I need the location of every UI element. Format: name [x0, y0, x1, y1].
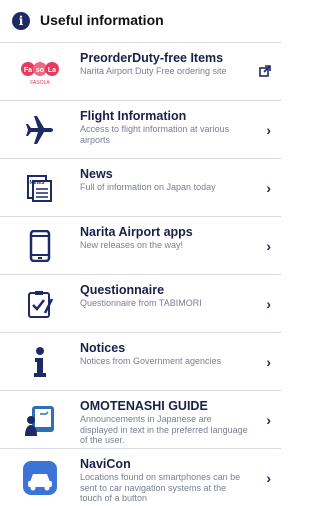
logo-text-so: so: [36, 67, 44, 74]
item-name: Notices: [80, 341, 126, 355]
omotenashi-guide-icon: [20, 401, 60, 439]
item-name: OMOTENASHI GUIDE: [80, 399, 208, 413]
smartphone-icon: [20, 227, 60, 265]
item-name: News: [80, 167, 113, 181]
item-desc: Full of information on Japan today: [80, 182, 216, 192]
fasola-logo: Fa so La FASOLA: [20, 53, 60, 91]
chevron-right-icon[interactable]: ›: [266, 296, 271, 312]
clipboard-check-icon: [20, 285, 60, 323]
list-item-omotenashi-guide[interactable]: OMOTENASHI GUIDE Announcements in Japane…: [0, 390, 281, 448]
chevron-right-icon[interactable]: ›: [266, 238, 271, 254]
item-name: Narita Airport apps: [80, 225, 193, 239]
item-desc: Questionnaire from TABIMORI: [80, 298, 202, 308]
item-desc: New releases on the way!: [80, 240, 184, 250]
chevron-right-icon[interactable]: ›: [266, 180, 271, 196]
chevron-right-icon[interactable]: ›: [266, 354, 271, 370]
navicon-car-icon: [20, 459, 60, 497]
logo-text-la: La: [48, 67, 56, 74]
item-desc: Narita Airport Duty Free ordering site: [80, 66, 227, 76]
airplane-icon: [20, 111, 60, 149]
list-item-notices[interactable]: Notices Notices from Government agencies…: [0, 332, 281, 390]
list-item-navicon[interactable]: NaviCon Locations found on smartphones c…: [0, 448, 281, 506]
newspaper-label: NEWS: [30, 180, 46, 186]
info-icon: i: [12, 12, 30, 30]
list-item-questionnaire[interactable]: Questionnaire Questionnaire from TABIMOR…: [0, 274, 281, 332]
list-item-flight-information[interactable]: Flight Information Access to flight info…: [0, 100, 281, 158]
newspaper-icon: NEWS: [20, 169, 60, 207]
list-item-news[interactable]: NEWS News Full of information on Japan t…: [0, 158, 281, 216]
section-header: i Useful information: [0, 0, 281, 42]
logo-subtext: FASOLA: [30, 80, 50, 86]
external-link-icon[interactable]: [259, 64, 271, 80]
item-desc: Access to flight information at various …: [80, 124, 230, 145]
logo-text-fa: Fa: [24, 67, 32, 74]
info-list: Fa so La FASOLA PreorderDuty-free Items …: [0, 42, 281, 506]
item-desc: Locations found on smartphones can be se…: [80, 472, 241, 503]
list-item-preorder[interactable]: Fa so La FASOLA PreorderDuty-free Items …: [0, 42, 281, 100]
chevron-right-icon[interactable]: ›: [266, 122, 271, 138]
item-name: NaviCon: [80, 457, 131, 471]
item-name: PreorderDuty-free Items: [80, 51, 224, 65]
item-name: Questionnaire: [80, 283, 165, 297]
item-name: Flight Information: [80, 109, 187, 123]
section-title: Useful information: [40, 12, 164, 28]
chevron-right-icon[interactable]: ›: [266, 470, 271, 486]
info-icon: [20, 343, 60, 381]
chevron-right-icon[interactable]: ›: [266, 412, 271, 428]
list-item-narita-airport-apps[interactable]: Narita Airport apps New releases on the …: [0, 216, 281, 274]
item-desc: Announcements in Japanese are displayed …: [80, 414, 248, 445]
item-desc: Notices from Government agencies: [80, 356, 222, 366]
